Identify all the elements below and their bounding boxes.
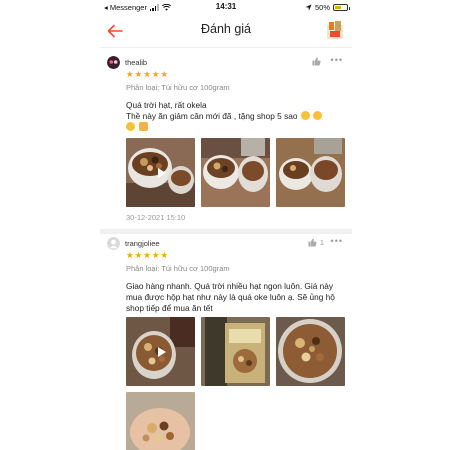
reviewer-name[interactable]: thealib: [125, 58, 147, 67]
review-photo[interactable]: [276, 317, 345, 386]
review-item: thealib ••• ★ ★ ★ ★ ★ Phân loại: Túi hữu…: [100, 55, 352, 228]
more-options-icon[interactable]: •••: [331, 55, 343, 65]
like-button[interactable]: [312, 57, 324, 66]
review-text-line: Thề này ăn giảm cân mới đã , tặng shop 5…: [126, 111, 298, 121]
review-photo[interactable]: [201, 317, 270, 386]
location-icon: [305, 4, 312, 11]
play-icon: [157, 346, 166, 357]
star-icon: ★: [134, 69, 143, 79]
star-icon: ★: [160, 250, 169, 260]
wink-emoji-icon: [300, 111, 310, 120]
emoji-line: [126, 122, 348, 133]
rating-stars: ★ ★ ★ ★ ★: [126, 250, 169, 260]
play-icon: [157, 167, 166, 178]
like-button[interactable]: 1: [308, 238, 324, 247]
thumbs-up-icon: [308, 238, 317, 247]
variant-label: Phân loại: Túi hữu cơ 100gram: [126, 83, 230, 92]
page-title: Đánh giá: [200, 22, 252, 36]
avatar[interactable]: [107, 56, 120, 69]
wink-emoji-icon: [126, 122, 135, 131]
more-options-icon[interactable]: •••: [331, 236, 343, 246]
star-icon: ★: [143, 250, 151, 260]
battery-percent: 50%: [314, 3, 330, 12]
variant-label: Phân loại: Túi hữu cơ 100gram: [126, 264, 230, 273]
rating-stars: ★ ★ ★ ★ ★: [126, 69, 169, 79]
star-icon: ★: [160, 69, 169, 79]
star-icon: ★: [151, 250, 160, 260]
thumbs-up-emoji-icon: [139, 122, 149, 131]
product-thumbnail-icon[interactable]: [326, 20, 344, 40]
star-icon: ★: [126, 250, 134, 260]
review-video[interactable]: [126, 317, 195, 386]
nuts-jar-image: [276, 317, 345, 386]
nav-header: Đánh giá: [100, 14, 352, 48]
battery-fill: [335, 6, 341, 9]
review-date: 30-12-2021 15:10: [126, 213, 186, 222]
review-text: Giao hàng nhanh. Quá trời nhiều hạt ngon…: [126, 281, 335, 313]
star-icon: ★: [143, 69, 151, 79]
review-text-line: Quá trời hạt, rất okela: [126, 100, 207, 110]
reviewer-row: trangjoliee: [107, 237, 160, 250]
star-icon: ★: [151, 69, 160, 79]
battery-icon: [333, 4, 350, 11]
wink-emoji-icon: [313, 111, 323, 120]
nuts-bowl-image: [276, 138, 345, 207]
review-video[interactable]: [126, 138, 195, 207]
status-right: 50%: [305, 3, 350, 12]
review-photo[interactable]: [201, 138, 270, 207]
like-count: 1: [319, 238, 324, 247]
avatar[interactable]: [107, 237, 120, 250]
thumbs-up-icon: [312, 57, 321, 66]
star-icon: ★: [126, 69, 134, 79]
reviewer-row: thealib: [107, 56, 147, 69]
nuts-bowl-image: [201, 138, 270, 207]
review-separator: [100, 229, 352, 234]
review-photo[interactable]: [276, 138, 345, 207]
status-bar: ◂ Messenger 14:31 50%: [100, 0, 352, 14]
product-package-image: [201, 317, 270, 386]
review-media: [126, 138, 352, 207]
review-text-line-with-emoji: Thề này ăn giảm cân mới đã , tặng shop 5…: [126, 111, 348, 122]
nuts-hand-image: [126, 392, 195, 450]
review-item: trangjoliee 1 ••• ★ ★ ★ ★ ★ Phân loại: T…: [100, 236, 352, 450]
app-screen: ◂ Messenger 14:31 50% Đánh giá thealib •…: [100, 0, 352, 450]
review-photo[interactable]: [126, 392, 195, 450]
review-content: Quá trời hạt, rất okela Thề này ăn giảm …: [126, 100, 348, 133]
reviewer-name[interactable]: trangjoliee: [125, 239, 160, 248]
review-media: [126, 317, 352, 450]
star-icon: ★: [134, 250, 143, 260]
